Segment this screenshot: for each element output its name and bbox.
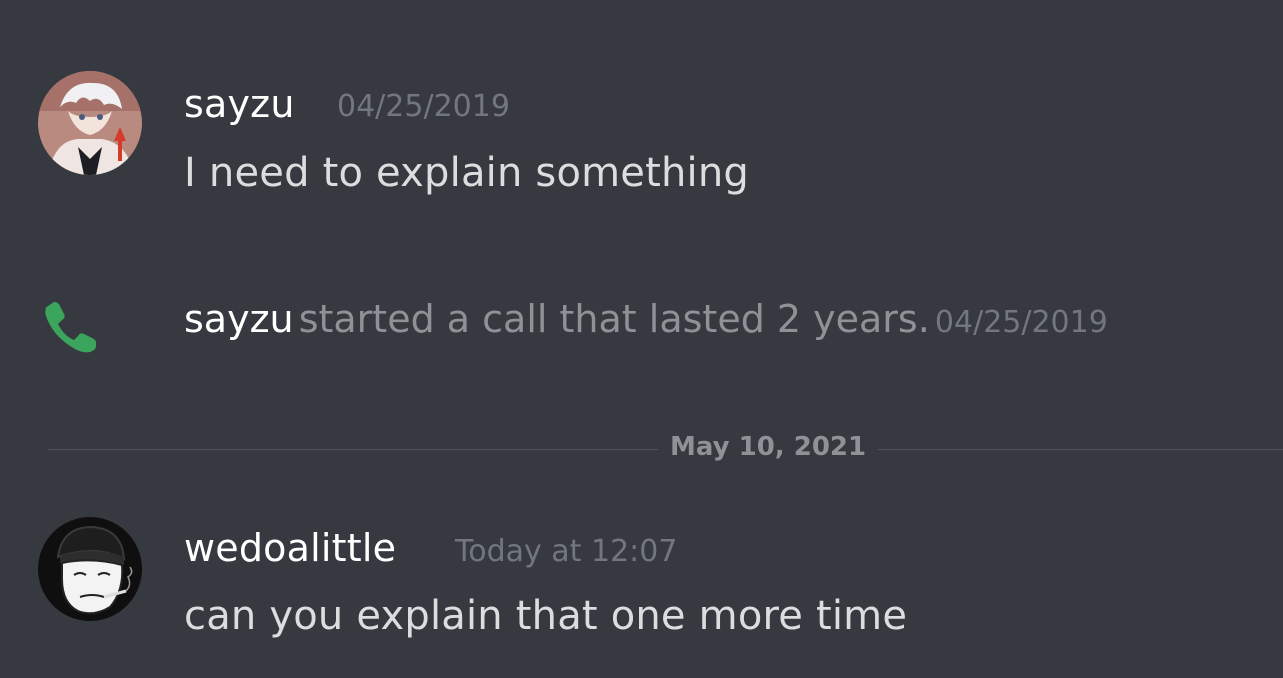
call-author[interactable]: sayzu — [184, 297, 294, 341]
chat-messages: sayzu 04/25/2019 I need to explain somet… — [0, 0, 1283, 678]
call-description: started a call that lasted 2 years. — [298, 297, 930, 341]
call-system-message: sayzu started a call that lasted 2 years… — [184, 297, 1108, 341]
user-avatar-wedoalittle[interactable] — [38, 517, 142, 621]
call-timestamp: 04/25/2019 — [934, 305, 1108, 340]
phone-icon — [38, 300, 98, 356]
message-content: I need to explain something — [184, 150, 750, 196]
message-timestamp: Today at 12:07 — [455, 534, 678, 569]
message-author[interactable]: wedoalittle — [184, 526, 396, 570]
message-content: can you explain that one more time — [184, 593, 908, 639]
anime-avatar-icon — [38, 71, 142, 175]
wojak-avatar-icon — [38, 517, 142, 621]
user-avatar-sayzu[interactable] — [38, 71, 142, 175]
message-timestamp: 04/25/2019 — [337, 89, 510, 124]
date-divider-label: May 10, 2021 — [658, 432, 879, 462]
message-author[interactable]: sayzu — [184, 82, 295, 126]
